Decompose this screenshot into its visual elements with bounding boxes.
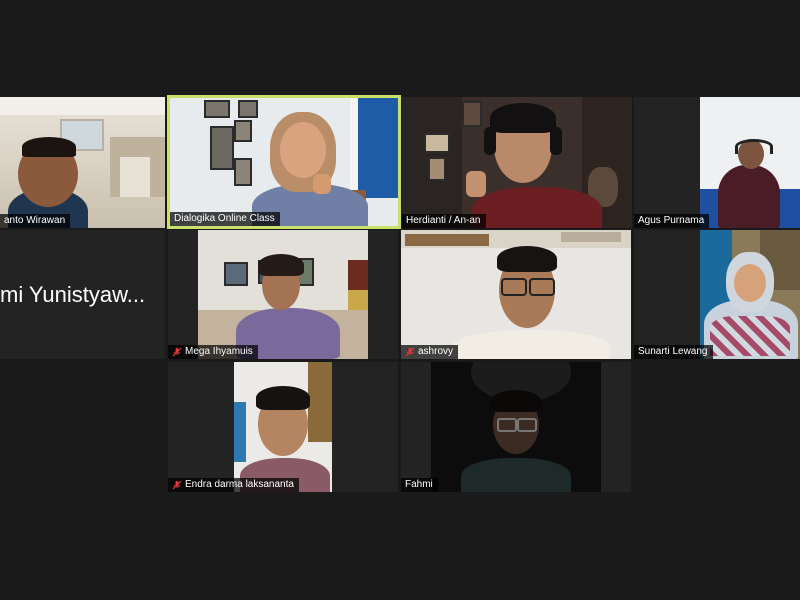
- participant-video: [234, 362, 332, 492]
- participant-name-tag: anto Wirawan: [0, 214, 71, 228]
- participant-tile-endra[interactable]: Endra darma laksananta: [168, 362, 398, 492]
- participant-video: [700, 230, 800, 359]
- mic-off-icon: [172, 480, 182, 490]
- participant-video: [198, 230, 368, 359]
- participant-tile-sunarti-lewang[interactable]: Sunarti Lewang: [634, 230, 800, 359]
- participant-name-tag: ashrovy: [401, 345, 459, 359]
- participant-video: [0, 97, 165, 228]
- participant-tile-ashrovy[interactable]: ashrovy: [401, 230, 631, 359]
- participant-tile-agus-purnama[interactable]: Agus Purnama: [634, 97, 800, 228]
- participant-tile-mega-ihyamuis[interactable]: Mega Ihyamuis: [168, 230, 398, 359]
- participant-name: Agus Purnama: [638, 215, 705, 226]
- participant-video: [700, 97, 800, 228]
- participant-tile-dialogika[interactable]: Dialogika Online Class: [167, 95, 401, 229]
- participant-name-tag: Herdianti / An-an: [402, 214, 486, 228]
- participant-video: [402, 97, 632, 228]
- participant-name: Fahmi: [405, 479, 433, 490]
- participant-tile-fahmi[interactable]: Fahmi: [401, 362, 631, 492]
- participant-name-tag: Mega Ihyamuis: [168, 345, 258, 359]
- participant-video: [401, 230, 631, 359]
- participant-name-tag: Agus Purnama: [634, 214, 710, 228]
- participant-tile-anto-wirawan[interactable]: anto Wirawan: [0, 97, 165, 228]
- participant-name-tag: Endra darma laksananta: [168, 478, 299, 492]
- participant-name: Mega Ihyamuis: [185, 346, 253, 357]
- participant-name: Herdianti / An-an: [406, 215, 481, 226]
- participant-tile-yunistyaw[interactable]: mi Yunistyaw...: [0, 230, 165, 359]
- participant-tile-herdianti[interactable]: Herdianti / An-an: [402, 97, 632, 228]
- participant-name: anto Wirawan: [4, 215, 66, 226]
- participant-video: [431, 362, 601, 492]
- participant-display-name: mi Yunistyaw...: [0, 281, 146, 307]
- mic-off-icon: [405, 347, 415, 357]
- participant-name: Dialogika Online Class: [174, 213, 275, 224]
- participant-name: ashrovy: [418, 346, 454, 357]
- participant-name-tag: Fahmi: [401, 478, 438, 492]
- participant-name: Endra darma laksananta: [185, 479, 294, 490]
- mic-off-icon: [172, 347, 182, 357]
- participant-name-tag: Dialogika Online Class: [170, 212, 280, 226]
- participant-name-tag: Sunarti Lewang: [634, 345, 713, 359]
- participant-video: [170, 98, 398, 226]
- participant-name: Sunarti Lewang: [638, 346, 708, 357]
